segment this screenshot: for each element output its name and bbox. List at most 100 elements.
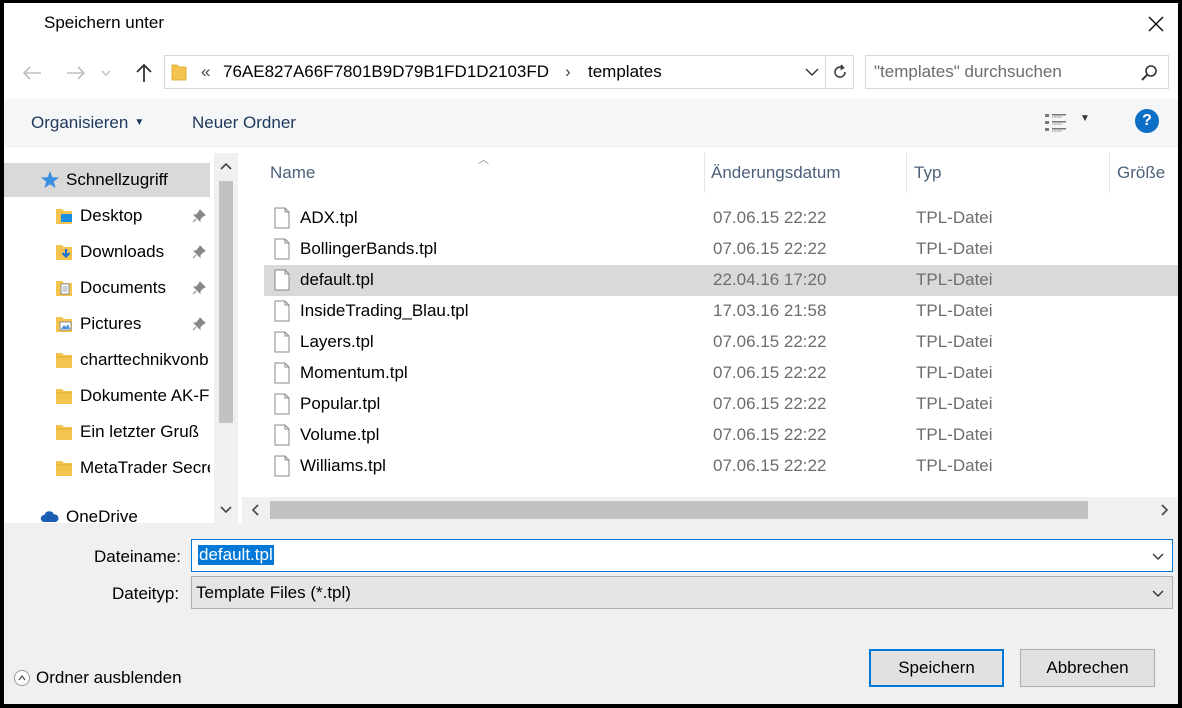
file-date: 07.06.15 22:22 xyxy=(713,332,827,351)
file-icon xyxy=(274,393,290,415)
filetype-label: Dateityp: xyxy=(112,584,180,603)
file-row[interactable]: Layers.tpl 07.06.15 22:22 TPL-Datei xyxy=(264,327,1178,358)
file-date: 07.06.15 22:22 xyxy=(713,425,827,444)
refresh-button[interactable] xyxy=(825,56,854,88)
desktop-folder-icon xyxy=(56,209,72,224)
nav-item-label: OneDrive xyxy=(66,507,138,523)
close-button[interactable] xyxy=(1134,3,1178,45)
column-header-type[interactable]: Typ xyxy=(914,153,941,193)
organize-menu-button[interactable]: Organisieren ▼ xyxy=(31,113,144,133)
scroll-up-button[interactable] xyxy=(214,155,238,177)
nav-item-folder[interactable]: Ein letzter Gruß xyxy=(4,415,210,449)
nav-item-documents[interactable]: Documents xyxy=(4,271,210,305)
file-list: ︿ Name Änderungsdatum Typ Größe ADX.tpl … xyxy=(242,153,1178,523)
chevron-down-icon xyxy=(220,506,232,514)
pin-icon[interactable] xyxy=(192,245,206,259)
folder-icon xyxy=(56,389,72,404)
file-row[interactable]: BollingerBands.tpl 07.06.15 22:22 TPL-Da… xyxy=(264,234,1178,265)
file-name: ADX.tpl xyxy=(300,208,358,227)
file-type: TPL-Datei xyxy=(916,363,993,382)
column-divider[interactable] xyxy=(1109,153,1110,193)
file-row[interactable]: Momentum.tpl 07.06.15 22:22 TPL-Datei xyxy=(264,358,1178,389)
chevron-right-icon xyxy=(1161,504,1169,516)
save-options-panel: Dateiname: default.tpl Dateityp: Templat… xyxy=(4,523,1178,704)
nav-item-folder[interactable]: MetaTrader Secre xyxy=(4,451,210,485)
file-name: Momentum.tpl xyxy=(300,363,408,382)
recent-locations-button[interactable] xyxy=(98,59,114,87)
cancel-button[interactable]: Abbrechen xyxy=(1020,649,1155,687)
search-box[interactable] xyxy=(865,55,1169,89)
hide-folders-toggle[interactable]: Ordner ausblenden xyxy=(14,668,182,688)
collapse-up-icon xyxy=(14,670,30,686)
breadcrumb-current[interactable]: templates xyxy=(588,62,662,82)
scrollbar-thumb[interactable] xyxy=(219,181,233,423)
pin-icon[interactable] xyxy=(192,317,206,331)
nav-vertical-scrollbar[interactable] xyxy=(214,153,238,523)
back-button[interactable] xyxy=(18,59,46,87)
address-dropdown-button[interactable] xyxy=(800,58,824,86)
file-icon xyxy=(274,207,290,229)
breadcrumb-parent[interactable]: 76AE827A66F7801B9D79B1FD1D2103FD xyxy=(223,62,549,82)
address-bar[interactable]: « 76AE827A66F7801B9D79B1FD1D2103FD › tem… xyxy=(164,55,854,89)
scroll-down-button[interactable] xyxy=(214,499,238,521)
forward-button[interactable] xyxy=(62,59,90,87)
save-button[interactable]: Speichern xyxy=(869,649,1004,687)
up-button[interactable] xyxy=(130,59,158,87)
column-divider[interactable] xyxy=(704,153,705,193)
pin-icon[interactable] xyxy=(192,209,206,223)
nav-item-downloads[interactable]: Downloads xyxy=(4,235,210,269)
nav-item-onedrive[interactable]: OneDrive xyxy=(4,500,210,523)
scroll-left-button[interactable] xyxy=(244,499,266,521)
pin-icon[interactable] xyxy=(192,281,206,295)
nav-item-desktop[interactable]: Desktop xyxy=(4,199,210,233)
file-row[interactable]: Volume.tpl 07.06.15 22:22 TPL-Datei xyxy=(264,420,1178,451)
chevron-down-icon[interactable] xyxy=(1150,546,1166,566)
chevron-left-icon xyxy=(251,504,259,516)
scrollbar-thumb[interactable] xyxy=(270,501,1088,519)
file-row[interactable]: Williams.tpl 07.06.15 22:22 TPL-Datei xyxy=(264,451,1178,482)
column-header-date[interactable]: Änderungsdatum xyxy=(711,153,840,193)
view-options-icon[interactable] xyxy=(1043,111,1069,135)
nav-item-label: Ein letzter Gruß xyxy=(80,422,200,441)
filename-value[interactable]: default.tpl xyxy=(198,545,274,565)
help-button[interactable]: ? xyxy=(1135,109,1159,133)
nav-item-folder[interactable]: charttechnikvonb xyxy=(4,343,210,377)
scroll-right-button[interactable] xyxy=(1154,499,1176,521)
nav-item-label: Dokumente AK-F xyxy=(80,386,210,405)
view-dropdown-icon[interactable]: ▼ xyxy=(1080,113,1090,124)
column-header-name[interactable]: Name xyxy=(270,153,315,193)
nav-item-folder[interactable]: Dokumente AK-F xyxy=(4,379,210,413)
file-list-horizontal-scrollbar[interactable] xyxy=(242,497,1178,523)
column-header-size[interactable]: Größe xyxy=(1117,153,1165,193)
search-input[interactable] xyxy=(874,61,1124,83)
nav-item-label: Pictures xyxy=(80,314,142,333)
nav-item-label: MetaTrader Secre xyxy=(80,458,210,477)
nav-item-pictures[interactable]: Pictures xyxy=(4,307,210,341)
filetype-select[interactable]: Template Files (*.tpl) xyxy=(191,576,1173,609)
file-row[interactable]: InsideTrading_Blau.tpl 17.03.16 21:58 TP… xyxy=(264,296,1178,327)
folder-icon xyxy=(56,461,72,476)
new-folder-button[interactable]: Neuer Ordner xyxy=(192,113,296,133)
chevron-up-icon xyxy=(220,162,232,170)
file-type: TPL-Datei xyxy=(916,456,993,475)
file-icon xyxy=(274,424,290,446)
file-type: TPL-Datei xyxy=(916,270,993,289)
file-row[interactable]: ADX.tpl 07.06.15 22:22 TPL-Datei xyxy=(264,203,1178,234)
nav-item-quick-access[interactable]: Schnellzugriff xyxy=(4,163,210,197)
file-row[interactable]: Popular.tpl 07.06.15 22:22 TPL-Datei xyxy=(264,389,1178,420)
overflow-chevron[interactable]: « xyxy=(201,62,210,82)
file-type: TPL-Datei xyxy=(916,208,993,227)
breadcrumb-separator[interactable]: › xyxy=(565,62,571,82)
nav-item-label: Documents xyxy=(80,278,166,297)
downloads-folder-icon xyxy=(56,245,72,260)
folder-icon xyxy=(56,353,72,368)
file-date: 07.06.15 22:22 xyxy=(713,363,827,382)
file-icon xyxy=(274,238,290,260)
filename-field[interactable]: default.tpl xyxy=(191,539,1173,572)
file-row-selected[interactable]: default.tpl 22.04.16 17:20 TPL-Datei xyxy=(264,265,1178,296)
window-title: Speichern unter xyxy=(44,13,165,32)
filetype-value: Template Files (*.tpl) xyxy=(196,583,351,602)
chevron-down-icon xyxy=(1152,590,1164,597)
file-date: 07.06.15 22:22 xyxy=(713,208,827,227)
column-divider[interactable] xyxy=(906,153,907,193)
